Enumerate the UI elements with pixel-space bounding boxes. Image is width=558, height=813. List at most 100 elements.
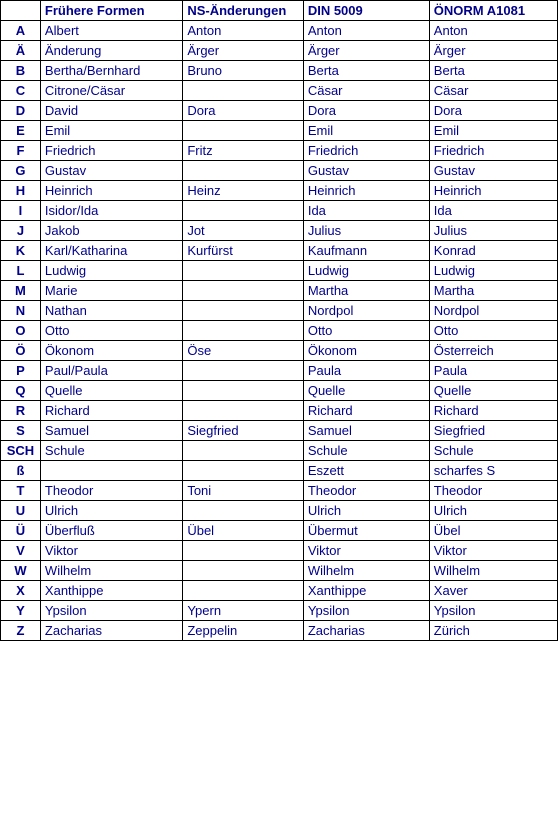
cell-letter: M (1, 281, 41, 301)
cell-ns: Übel (183, 521, 304, 541)
cell-onorm: Ludwig (429, 261, 557, 281)
cell-fruehere: Paul/Paula (40, 361, 182, 381)
cell-din: Kaufmann (303, 241, 429, 261)
cell-din: Ärger (303, 41, 429, 61)
cell-onorm: Ida (429, 201, 557, 221)
cell-onorm: Gustav (429, 161, 557, 181)
cell-ns: Jot (183, 221, 304, 241)
cell-onorm: Emil (429, 121, 557, 141)
cell-fruehere: Zacharias (40, 621, 182, 641)
cell-ns: Ärger (183, 41, 304, 61)
table-row: UUlrichUlrichUlrich (1, 501, 558, 521)
cell-fruehere: Gustav (40, 161, 182, 181)
cell-onorm: Quelle (429, 381, 557, 401)
cell-ns: Ypern (183, 601, 304, 621)
table-row: PPaul/PaulaPaulaPaula (1, 361, 558, 381)
cell-fruehere: Emil (40, 121, 182, 141)
cell-onorm: Berta (429, 61, 557, 81)
cell-onorm: Otto (429, 321, 557, 341)
cell-ns: Öse (183, 341, 304, 361)
cell-din: Emil (303, 121, 429, 141)
cell-letter: ß (1, 461, 41, 481)
cell-letter: U (1, 501, 41, 521)
cell-din: Viktor (303, 541, 429, 561)
cell-din: Xanthippe (303, 581, 429, 601)
cell-letter: Ä (1, 41, 41, 61)
cell-fruehere: Karl/Katharina (40, 241, 182, 261)
cell-ns: Bruno (183, 61, 304, 81)
cell-letter: C (1, 81, 41, 101)
cell-din: Quelle (303, 381, 429, 401)
header-din: DIN 5009 (303, 1, 429, 21)
header-fruehere: Frühere Formen (40, 1, 182, 21)
cell-letter: B (1, 61, 41, 81)
table-row: NNathanNordpolNordpol (1, 301, 558, 321)
cell-din: Schule (303, 441, 429, 461)
cell-fruehere: Marie (40, 281, 182, 301)
cell-ns (183, 161, 304, 181)
cell-letter: G (1, 161, 41, 181)
cell-onorm: Ärger (429, 41, 557, 61)
cell-letter: W (1, 561, 41, 581)
cell-onorm: Julius (429, 221, 557, 241)
cell-fruehere: Quelle (40, 381, 182, 401)
alphabet-table: Frühere Formen NS-Änderungen DIN 5009 ÖN… (0, 0, 558, 641)
cell-din: Ida (303, 201, 429, 221)
cell-onorm: Zürich (429, 621, 557, 641)
cell-ns (183, 201, 304, 221)
cell-fruehere: Citrone/Cäsar (40, 81, 182, 101)
table-row: EEmilEmilEmil (1, 121, 558, 141)
cell-fruehere: Samuel (40, 421, 182, 441)
cell-din: Friedrich (303, 141, 429, 161)
cell-din: Samuel (303, 421, 429, 441)
cell-fruehere: Theodor (40, 481, 182, 501)
cell-din: Ulrich (303, 501, 429, 521)
cell-din: Julius (303, 221, 429, 241)
cell-din: Heinrich (303, 181, 429, 201)
cell-onorm: Dora (429, 101, 557, 121)
cell-letter: D (1, 101, 41, 121)
table-row: LLudwigLudwigLudwig (1, 261, 558, 281)
cell-letter: I (1, 201, 41, 221)
cell-din: Berta (303, 61, 429, 81)
cell-din: Theodor (303, 481, 429, 501)
cell-onorm: Heinrich (429, 181, 557, 201)
cell-fruehere: Ypsilon (40, 601, 182, 621)
table-row: SSamuelSiegfriedSamuelSiegfried (1, 421, 558, 441)
cell-ns (183, 321, 304, 341)
cell-fruehere: Nathan (40, 301, 182, 321)
table-row: DDavidDoraDoraDora (1, 101, 558, 121)
cell-onorm: Konrad (429, 241, 557, 261)
cell-onorm: Friedrich (429, 141, 557, 161)
cell-ns (183, 581, 304, 601)
table-row: OOttoOttoOtto (1, 321, 558, 341)
cell-onorm: Übel (429, 521, 557, 541)
cell-letter: E (1, 121, 41, 141)
cell-fruehere: Überfluß (40, 521, 182, 541)
cell-din: Ludwig (303, 261, 429, 281)
cell-ns: Toni (183, 481, 304, 501)
cell-ns (183, 441, 304, 461)
cell-fruehere: Ökonom (40, 341, 182, 361)
header-ns: NS-Änderungen (183, 1, 304, 21)
table-row: AAlbertAntonAntonAnton (1, 21, 558, 41)
cell-onorm: Richard (429, 401, 557, 421)
cell-din: Richard (303, 401, 429, 421)
cell-ns: Fritz (183, 141, 304, 161)
cell-din: Anton (303, 21, 429, 41)
table-row: MMarieMarthaMartha (1, 281, 558, 301)
cell-ns (183, 541, 304, 561)
cell-ns: Dora (183, 101, 304, 121)
cell-letter: Ü (1, 521, 41, 541)
cell-onorm: Martha (429, 281, 557, 301)
cell-ns (183, 81, 304, 101)
cell-fruehere: Viktor (40, 541, 182, 561)
table-row: IIsidor/IdaIdaIda (1, 201, 558, 221)
table-row: BBertha/BernhardBrunoBertaBerta (1, 61, 558, 81)
cell-fruehere: Richard (40, 401, 182, 421)
table-row: VViktorViktorViktor (1, 541, 558, 561)
cell-fruehere: Heinrich (40, 181, 182, 201)
cell-onorm: Schule (429, 441, 557, 461)
cell-onorm: Xaver (429, 581, 557, 601)
cell-ns (183, 261, 304, 281)
